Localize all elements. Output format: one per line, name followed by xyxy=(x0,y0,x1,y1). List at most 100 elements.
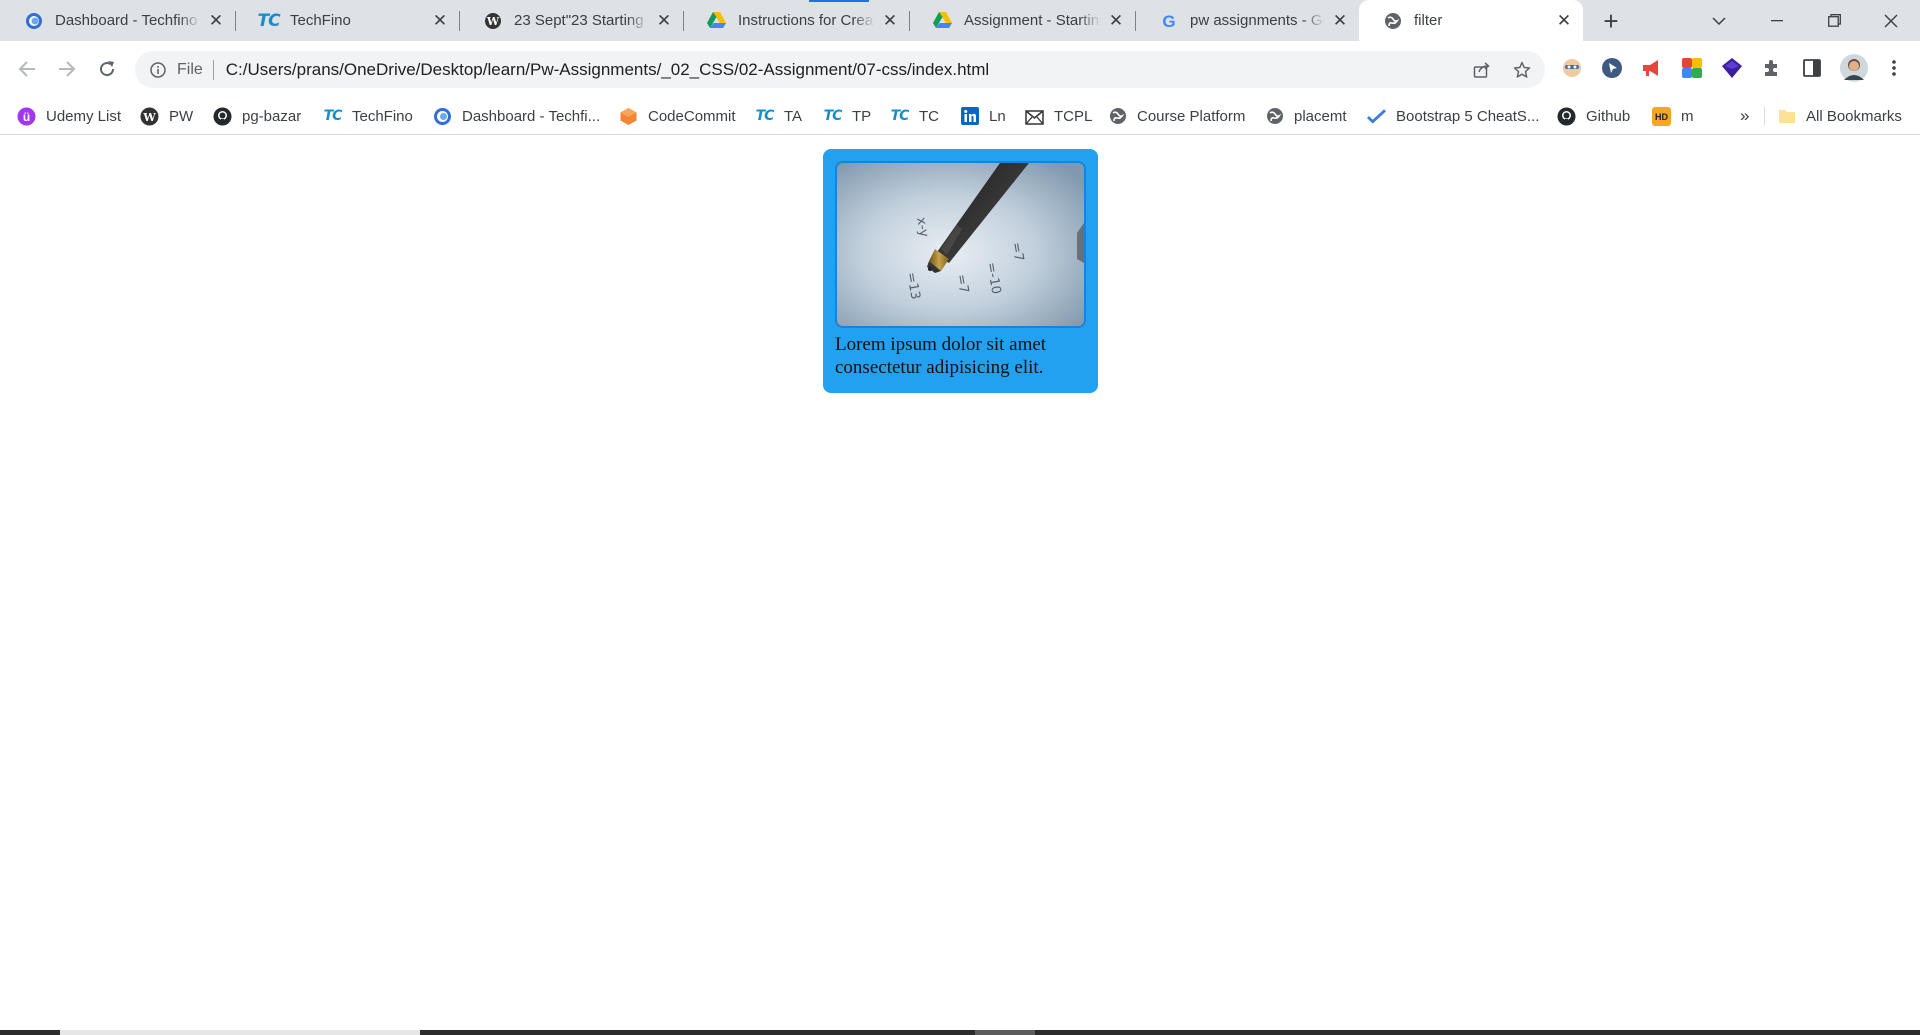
close-icon[interactable]: ✕ xyxy=(205,10,227,32)
tab-search-button[interactable] xyxy=(1694,0,1744,41)
bookmarks-bar: ü Udemy List W PW pg-bazar TC TechFino D… xyxy=(0,97,1920,135)
check-icon xyxy=(1367,107,1386,126)
minimize-button[interactable] xyxy=(1752,0,1802,41)
tab-23-sept[interactable]: W 23 Sept"23 Starting with ✕ xyxy=(459,0,684,41)
github-icon xyxy=(213,107,232,126)
tc-icon: TC xyxy=(755,108,775,124)
bottom-strip xyxy=(0,1030,1920,1035)
restore-button[interactable] xyxy=(1809,0,1859,41)
close-window-button[interactable] xyxy=(1866,0,1916,41)
tab-techfino[interactable]: TC TechFino ✕ xyxy=(235,0,460,41)
tab-title: Dashboard - Techfino xyxy=(55,12,201,29)
tab-instructions[interactable]: Instructions for Creating ✕ xyxy=(683,0,910,41)
bookmark-tcpl[interactable]: TCPL xyxy=(1025,97,1092,135)
tab-filter[interactable]: filter ✕ xyxy=(1359,0,1583,41)
linkedin-icon xyxy=(960,107,979,126)
bookmark-label: TA xyxy=(784,107,803,125)
bookmark-label: Github xyxy=(1586,107,1631,125)
tc-icon: TC xyxy=(890,108,910,124)
svg-text:G: G xyxy=(1162,12,1175,30)
info-icon[interactable] xyxy=(149,61,167,79)
tc-icon: TC xyxy=(257,10,280,31)
extension-cursor-icon[interactable] xyxy=(1600,56,1624,80)
extension-colorful-icon[interactable] xyxy=(1680,56,1704,80)
globe-icon xyxy=(1108,107,1127,126)
tc-icon: TC xyxy=(323,108,343,124)
bookmark-label: Bootstrap 5 CheatS... xyxy=(1396,107,1540,125)
bookmark-placemt[interactable]: placemt xyxy=(1265,97,1347,135)
all-bookmarks-button[interactable]: All Bookmarks xyxy=(1777,97,1902,135)
extension-face-icon[interactable] xyxy=(1560,56,1584,80)
svg-text:HD: HD xyxy=(1655,112,1668,122)
hd-icon: HD xyxy=(1652,106,1671,126)
bookmark-label: TC xyxy=(919,107,939,125)
bookmark-techfino[interactable]: TC TechFino xyxy=(323,97,413,135)
bookmark-label: TechFino xyxy=(352,107,413,125)
drive-icon xyxy=(933,11,952,30)
bookmark-label: TCPL xyxy=(1054,107,1093,125)
extension-diamond-icon[interactable] xyxy=(1720,56,1744,80)
bookmark-pg-bazar[interactable]: pg-bazar xyxy=(213,97,301,135)
card-text: Lorem ipsum dolor sit amet consectetur a… xyxy=(835,334,1047,378)
bookmark-tc[interactable]: TC TC xyxy=(890,97,939,135)
edge-circle-icon xyxy=(433,107,452,126)
tab-assignment[interactable]: Assignment - Starting ✕ xyxy=(909,0,1136,41)
bookmark-bootstrap[interactable]: Bootstrap 5 CheatS... xyxy=(1367,97,1539,135)
bookmark-codecommit[interactable]: CodeCommit xyxy=(619,97,736,135)
tab-strip: Dashboard - Techfino ✕ TC TechFino ✕ W 2… xyxy=(0,0,1920,41)
browser-toolbar: File C:/Users/prans/OneDrive/Desktop/lea… xyxy=(0,41,1920,97)
bookmark-label: All Bookmarks xyxy=(1806,107,1902,125)
close-icon[interactable]: ✕ xyxy=(1105,10,1127,32)
share-icon[interactable] xyxy=(1467,51,1497,88)
tc-icon: TC xyxy=(823,108,843,124)
bookmark-pw[interactable]: W PW xyxy=(140,97,193,135)
reload-button[interactable] xyxy=(90,52,124,86)
new-tab-button[interactable]: + xyxy=(1597,6,1625,36)
bookmark-label: Ln xyxy=(989,107,1006,125)
extension-megaphone-icon[interactable] xyxy=(1640,56,1664,80)
avatar[interactable] xyxy=(1840,54,1868,82)
close-icon[interactable]: ✕ xyxy=(653,10,675,32)
bookmark-star-icon[interactable] xyxy=(1507,51,1537,88)
extensions-puzzle-icon[interactable] xyxy=(1760,56,1784,80)
bookmark-label: Course Platform xyxy=(1137,107,1246,125)
url-text[interactable]: C:/Users/prans/OneDrive/Desktop/learn/Pw… xyxy=(226,60,989,80)
bookmark-tp[interactable]: TC TP xyxy=(823,97,872,135)
back-button[interactable] xyxy=(10,52,44,86)
bookmark-label: Udemy List xyxy=(46,107,122,125)
bookmark-m[interactable]: HD m xyxy=(1652,97,1694,135)
bookmark-label: PW xyxy=(169,107,194,125)
bookmark-ta[interactable]: TC TA xyxy=(755,97,802,135)
close-icon[interactable]: ✕ xyxy=(429,10,451,32)
close-icon[interactable]: ✕ xyxy=(1553,10,1575,32)
bookmark-course-platform[interactable]: Course Platform xyxy=(1108,97,1245,135)
bookmark-udemy-list[interactable]: ü Udemy List xyxy=(17,97,121,135)
edge-circle-icon xyxy=(24,11,43,30)
menu-kebab-icon[interactable] xyxy=(1882,56,1906,80)
bookmark-label: Dashboard - Techfi... xyxy=(462,107,601,125)
udemy-icon: ü xyxy=(17,107,36,126)
codecommit-icon xyxy=(619,107,638,126)
address-bar[interactable]: File C:/Users/prans/OneDrive/Desktop/lea… xyxy=(135,51,1545,88)
bookmark-label: placemt xyxy=(1294,107,1347,125)
tab-pw-assignments[interactable]: G pw assignments - Google ✕ xyxy=(1135,0,1359,41)
github-icon xyxy=(1557,107,1576,126)
side-panel-icon[interactable] xyxy=(1800,56,1824,80)
bookmarks-overflow-button[interactable]: » xyxy=(1740,97,1749,135)
mail-icon xyxy=(1025,107,1044,126)
bookmark-label: TP xyxy=(852,107,872,125)
close-icon[interactable]: ✕ xyxy=(1329,10,1351,32)
bookmark-github[interactable]: Github xyxy=(1557,97,1630,135)
close-icon[interactable]: ✕ xyxy=(879,10,901,32)
bookmark-ln[interactable]: Ln xyxy=(960,97,1006,135)
tab-dashboard-techfino[interactable]: Dashboard - Techfino ✕ xyxy=(0,0,236,41)
tab-title: Instructions for Creating xyxy=(738,12,875,29)
folder-icon xyxy=(1777,107,1796,126)
bookmark-dashboard-techfino[interactable]: Dashboard - Techfi... xyxy=(433,97,600,135)
bookmark-label: CodeCommit xyxy=(648,107,736,125)
tab-title: Assignment - Starting xyxy=(964,12,1101,29)
forward-button[interactable] xyxy=(50,52,84,86)
svg-text:W: W xyxy=(485,15,499,28)
tab-title: 23 Sept"23 Starting with xyxy=(514,12,649,29)
drive-icon xyxy=(707,11,726,30)
